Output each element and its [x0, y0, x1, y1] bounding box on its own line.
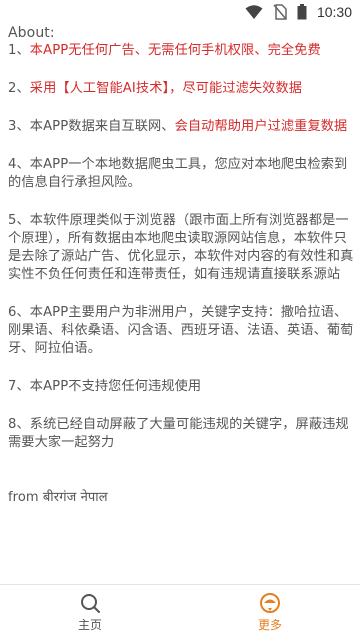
about-item-5: 5、本软件原理类似于浏览器（跟市面上所有浏览器都是一个原理），所有数据由本地爬虫… — [8, 213, 354, 282]
status-time: 10:30 — [316, 4, 352, 20]
battery-icon — [297, 4, 307, 20]
about-content: About: 1、本APP无任何广告、无需任何手机权限、完全免费 2、采用【人工… — [8, 24, 354, 507]
tab-home[interactable]: 主页 — [0, 585, 180, 640]
about-item-8: 8、系统已经自动屏蔽了大量可能违规的关键字，屏蔽违规需要大家一起努力 — [8, 417, 349, 450]
more-icon — [260, 593, 280, 613]
about-item-3: 3、本APP数据来自互联网、会自动帮助用户过滤重复数据 — [8, 119, 348, 134]
about-item-4: 4、本APP一个本地数据爬虫工具，您应对本地爬虫检索到的信息自行承担风险。 — [8, 157, 348, 190]
no-sim-icon — [273, 4, 287, 20]
status-bar: 10:30 — [0, 0, 360, 24]
tab-home-label: 主页 — [77, 618, 102, 632]
about-item-6: 6、本APP主要用户为非洲用户，关键字支持：撒哈拉语、刚果语、科依桑语、闪含语、… — [8, 305, 354, 356]
wifi-icon — [245, 5, 263, 19]
search-icon — [81, 594, 100, 613]
about-item-7: 7、本APP不支持您任何违规使用 — [8, 379, 202, 394]
tab-more-label: 更多 — [257, 618, 282, 632]
tab-more[interactable]: 更多 — [180, 585, 360, 640]
about-item-2: 2、采用【人工智能AI技术】，尽可能过滤失效数据 — [8, 81, 303, 96]
about-title: About: — [8, 25, 55, 41]
footer-origin: from बीरगंज नेपाल — [8, 490, 108, 505]
bottom-tabbar: 主页 更多 — [0, 584, 360, 640]
status-icons: 10:30 — [245, 3, 352, 21]
about-item-1: 1、本APP无任何广告、无需任何手机权限、完全免费 — [8, 43, 321, 58]
